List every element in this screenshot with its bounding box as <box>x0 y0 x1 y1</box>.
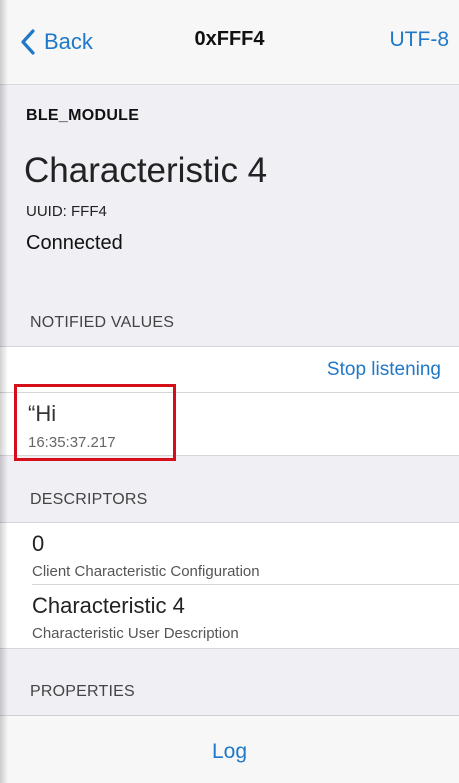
app-screen: Back 0xFFF4 UTF-8 BLE_MODULE Characteris… <box>0 0 459 783</box>
descriptor-name: Characteristic User Description <box>32 625 239 642</box>
section-properties: PROPERTIES <box>30 683 135 700</box>
characteristic-name: Characteristic 4 <box>24 151 268 190</box>
uuid-label: UUID: FFF4 <box>26 203 107 220</box>
descriptor-value[interactable]: 0 <box>32 531 44 557</box>
highlight-box <box>14 384 176 461</box>
characteristic-header: BLE_MODULE Characteristic 4 UUID: FFF4 C… <box>0 85 459 295</box>
navigation-bar: Back 0xFFF4 UTF-8 <box>0 0 459 85</box>
section-notified-values: NOTIFIED VALUES <box>30 314 175 331</box>
bottom-toolbar: Log <box>0 715 459 783</box>
descriptor-value[interactable]: Characteristic 4 <box>32 593 185 619</box>
module-name: BLE_MODULE <box>26 107 140 124</box>
section-descriptors: DESCRIPTORS <box>30 491 148 508</box>
encoding-button[interactable]: UTF-8 <box>390 28 450 52</box>
stop-listening-button[interactable]: Stop listening <box>327 359 441 381</box>
log-button[interactable]: Log <box>0 740 459 764</box>
descriptors-group: 0 Client Characteristic Configuration Ch… <box>0 522 459 649</box>
descriptor-divider <box>32 584 459 585</box>
descriptor-name: Client Characteristic Configuration <box>32 563 260 580</box>
connection-status: Connected <box>26 232 123 254</box>
